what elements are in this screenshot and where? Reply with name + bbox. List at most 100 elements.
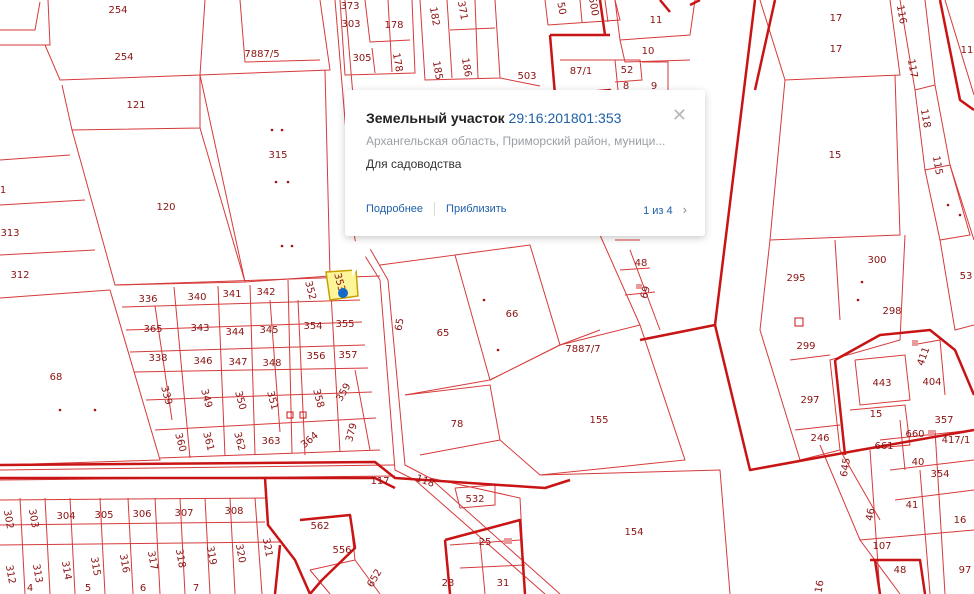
chevron-right-icon[interactable]: › xyxy=(683,202,687,217)
parcel-label: 16 xyxy=(813,579,826,593)
cadastral-number-link[interactable]: 29:16:201801:353 xyxy=(509,110,622,126)
parcel-label: 155 xyxy=(589,415,608,426)
parcel-label: 48 xyxy=(894,565,907,576)
parcel-label: 562 xyxy=(310,521,329,532)
popup-purpose: Для садоводства xyxy=(366,157,462,171)
parcel-label: 352 xyxy=(302,280,318,301)
popup-title: Земельный участок 29:16:201801:353 xyxy=(366,110,621,126)
parcel-label: 344 xyxy=(225,327,244,338)
parcel-label: 645 xyxy=(839,457,853,478)
parcel-label: 117 xyxy=(370,476,389,487)
parcel-label: 313 xyxy=(30,563,44,584)
parcel-label: 339 xyxy=(158,385,174,406)
parcel-label: 320 xyxy=(233,543,247,564)
parcel-label: 315 xyxy=(88,556,102,577)
parcel-label: 78 xyxy=(451,419,464,430)
parcel-label: 356 xyxy=(306,351,325,362)
popup-address: Архангельская область, Приморский район,… xyxy=(366,134,666,148)
parcel-label: 7887/5 xyxy=(244,49,279,60)
parcel-label: 313 xyxy=(0,228,19,239)
parcel-label: 117 xyxy=(905,58,919,79)
parcel-label: 69 xyxy=(639,285,653,300)
parcel-label: 316 xyxy=(117,553,131,574)
parcel-label: 379 xyxy=(344,422,360,443)
parcel-label: 661 xyxy=(874,441,893,452)
parcel-label: 336 xyxy=(138,294,157,305)
parcel-label: 246 xyxy=(810,433,829,444)
parcel-label: 318 xyxy=(173,548,187,569)
close-icon[interactable]: ✕ xyxy=(672,106,687,124)
parcel-label: 348 xyxy=(262,358,281,369)
parcel-label: 342 xyxy=(256,287,275,298)
parcel-label: 7887/7 xyxy=(565,344,600,355)
parcel-label: 302 xyxy=(1,509,15,530)
parcel-label: 46 xyxy=(864,507,877,521)
parcel-label: 31 xyxy=(497,578,510,589)
parcel-label: 354 xyxy=(303,321,322,332)
parcel-label: 300 xyxy=(867,255,886,266)
parcel-label: 297 xyxy=(800,395,819,406)
parcel-label: 345 xyxy=(259,325,278,336)
parcel-label: 349 xyxy=(198,388,214,409)
parcel-label: 306 xyxy=(132,509,151,520)
parcel-label: 303 xyxy=(341,19,360,30)
parcel-label: 52 xyxy=(621,65,634,76)
parcel-label: 358 xyxy=(310,388,326,409)
parcel-label: 341 xyxy=(222,289,241,300)
parcel-label: 361 xyxy=(200,431,216,452)
parcel-label: 41 xyxy=(906,500,919,511)
parcel-label: 314 xyxy=(59,560,73,581)
parcel-label: 500 xyxy=(586,0,600,17)
parcel-label: 304 xyxy=(56,511,75,522)
parcel-label: 6 xyxy=(140,583,146,594)
parcel-label: 5 xyxy=(85,583,91,594)
parcel-label: 15 xyxy=(829,150,842,161)
parcel-label: 4 xyxy=(27,583,33,594)
parcel-label: 17 xyxy=(830,44,843,55)
parcel-label: 365 xyxy=(143,324,162,335)
parcel-label: 305 xyxy=(352,53,371,64)
parcel-label: 307 xyxy=(174,508,193,519)
parcel-label: 503 xyxy=(517,71,536,82)
parcel-label: 340 xyxy=(187,292,206,303)
parcel-label: 115 xyxy=(930,155,944,176)
parcel-label: 17 xyxy=(830,13,843,24)
zoom-in-link[interactable]: Приблизить xyxy=(446,203,507,215)
parcel-label: 53 xyxy=(960,271,973,282)
parcel-label: 346 xyxy=(193,356,212,367)
parcel-label: 23 xyxy=(442,578,455,589)
parcel-info-popup: Земельный участок 29:16:201801:353 ✕ Арх… xyxy=(345,90,705,236)
popup-title-label: Земельный участок xyxy=(366,110,505,126)
parcel-label: 154 xyxy=(624,527,643,538)
parcel-label: 321 xyxy=(260,537,274,558)
location-marker[interactable] xyxy=(338,288,348,298)
popup-pager: 1 из 4 › xyxy=(643,202,687,217)
parcel-label: 25 xyxy=(479,537,492,548)
parcel-label: 338 xyxy=(148,353,167,364)
parcel-label: 7 xyxy=(193,583,199,594)
parcel-label: 357 xyxy=(338,350,357,361)
parcel-label: 411 xyxy=(916,346,933,368)
parcel-label: 118 xyxy=(414,473,436,490)
parcel-label: 116 xyxy=(894,4,908,25)
parcel-label: 532 xyxy=(465,494,484,505)
parcel-label: 303 xyxy=(26,508,40,529)
parcel-label: 68 xyxy=(50,372,63,383)
parcel-label: 652 xyxy=(365,567,384,589)
parcel-label: 65 xyxy=(393,317,406,331)
parcel-label: 556 xyxy=(332,545,351,556)
parcel-label: 121 xyxy=(126,100,145,111)
parcel-label: 186 xyxy=(459,57,473,78)
parcel-label: 15 xyxy=(870,409,883,420)
parcel-label: 48 xyxy=(635,258,648,269)
parcel-label: 319 xyxy=(204,545,218,566)
parcel-label: 312 xyxy=(10,270,29,281)
parcel-label: 417/1 xyxy=(942,435,971,446)
parcel-label: 182 xyxy=(427,6,441,27)
parcel-label: 298 xyxy=(882,306,901,317)
parcel-label: 65 xyxy=(437,328,450,339)
parcel-label: 16 xyxy=(954,515,967,526)
parcel-label: 254 xyxy=(114,52,133,63)
parcel-label: 299 xyxy=(796,341,815,352)
more-details-link[interactable]: Подробнее xyxy=(366,203,423,215)
